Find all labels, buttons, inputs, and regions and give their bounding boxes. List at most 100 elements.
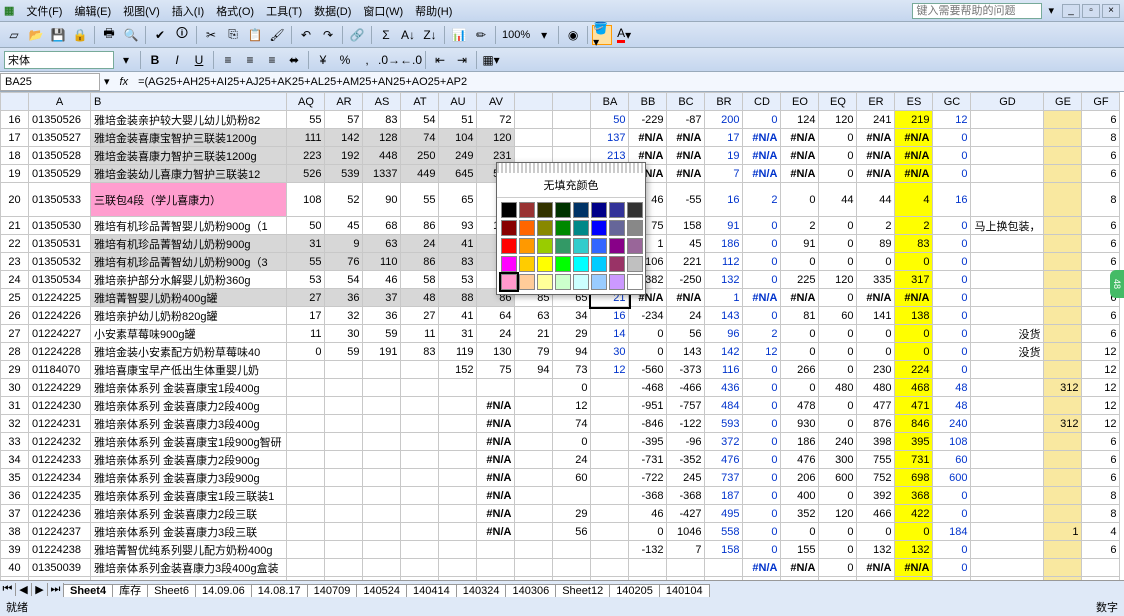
cell[interactable]: 31 xyxy=(439,325,477,343)
cell[interactable]: 雅培菁智婴儿奶粉400g罐 xyxy=(91,289,287,307)
cell[interactable]: 104 xyxy=(439,129,477,147)
cell[interactable] xyxy=(705,559,743,577)
cell[interactable]: 17 xyxy=(287,307,325,325)
cell[interactable]: 0 xyxy=(933,505,971,523)
cell[interactable]: 0 xyxy=(743,523,781,541)
cell[interactable]: 0 xyxy=(895,523,933,541)
cell[interactable]: #N/A xyxy=(857,289,895,307)
cell[interactable] xyxy=(325,559,363,577)
cell[interactable] xyxy=(325,541,363,559)
cell[interactable] xyxy=(971,433,1044,451)
cell[interactable]: 50 xyxy=(287,217,325,235)
cell[interactable] xyxy=(515,379,553,397)
side-tab[interactable]: 48 xyxy=(1110,270,1124,298)
color-swatch[interactable] xyxy=(627,202,643,218)
cell[interactable]: 137 xyxy=(591,129,629,147)
cell[interactable]: 0 xyxy=(781,523,819,541)
cell[interactable] xyxy=(325,487,363,505)
cell[interactable] xyxy=(1082,559,1120,577)
cell[interactable]: 2 xyxy=(743,183,781,217)
align-right-icon[interactable]: ≡ xyxy=(262,50,282,70)
cell[interactable]: 24 xyxy=(553,451,591,469)
cell[interactable]: -722 xyxy=(629,469,667,487)
cell[interactable] xyxy=(1044,289,1082,307)
cell[interactable]: 60 xyxy=(819,307,857,325)
cell[interactable]: 142 xyxy=(705,343,743,361)
cell[interactable]: 雅培有机珍品菁智幼儿奶粉900g（3 xyxy=(91,253,287,271)
cell[interactable] xyxy=(401,397,439,415)
cell[interactable]: 0 xyxy=(629,343,667,361)
cell[interactable]: 245 xyxy=(667,469,705,487)
sheet-tab[interactable]: 140709 xyxy=(307,584,358,597)
cell[interactable] xyxy=(591,523,629,541)
cell[interactable]: -427 xyxy=(667,505,705,523)
save-icon[interactable]: 💾 xyxy=(48,25,68,45)
cell[interactable]: 698 xyxy=(895,469,933,487)
cell[interactable] xyxy=(971,165,1044,183)
cell[interactable] xyxy=(401,415,439,433)
cell[interactable]: 317 xyxy=(895,271,933,289)
color-swatch[interactable] xyxy=(591,256,607,272)
cell[interactable] xyxy=(591,559,629,577)
cell[interactable]: 0 xyxy=(819,217,857,235)
restore-button[interactable]: ▫ xyxy=(1082,4,1100,18)
cell[interactable] xyxy=(401,451,439,469)
cell[interactable]: 雅培亲体系列 金装喜康宝1段400g xyxy=(91,379,287,397)
color-swatch[interactable] xyxy=(555,202,571,218)
dec-decimal-icon[interactable]: ←.0 xyxy=(401,50,421,70)
cell[interactable]: 0 xyxy=(933,129,971,147)
cell[interactable] xyxy=(629,559,667,577)
cell[interactable]: 8 xyxy=(1082,487,1120,505)
cell[interactable]: #N/A xyxy=(477,487,515,505)
cell[interactable]: 249 xyxy=(439,147,477,165)
cell[interactable] xyxy=(1044,505,1082,523)
cell[interactable]: -368 xyxy=(667,487,705,505)
cell[interactable]: #N/A xyxy=(895,147,933,165)
cell[interactable]: 1 xyxy=(1044,523,1082,541)
cell[interactable]: 34 xyxy=(553,307,591,325)
cell[interactable]: 471 xyxy=(895,397,933,415)
cell[interactable]: 27 xyxy=(401,307,439,325)
column-header[interactable]: AV xyxy=(477,93,515,111)
color-swatch[interactable] xyxy=(555,256,571,272)
cell[interactable] xyxy=(363,433,401,451)
research-icon[interactable]: 🛈 xyxy=(172,25,192,45)
color-swatch[interactable] xyxy=(573,202,589,218)
cell[interactable]: 56 xyxy=(553,523,591,541)
cell[interactable]: 01224226 xyxy=(29,307,91,325)
cell[interactable]: #N/A xyxy=(781,165,819,183)
inc-indent-icon[interactable]: ⇥ xyxy=(452,50,472,70)
cell[interactable]: 0 xyxy=(933,253,971,271)
cell[interactable]: 128 xyxy=(363,129,401,147)
menu-item[interactable]: 格式(O) xyxy=(210,4,260,20)
sheet-tab[interactable]: 14.09.06 xyxy=(195,584,252,597)
cell[interactable]: 0 xyxy=(895,325,933,343)
cell[interactable]: #N/A xyxy=(667,147,705,165)
cell[interactable] xyxy=(439,559,477,577)
cell[interactable] xyxy=(363,487,401,505)
cell[interactable]: 476 xyxy=(705,451,743,469)
menu-item[interactable]: 数据(D) xyxy=(308,4,357,20)
cell[interactable]: 64 xyxy=(477,307,515,325)
cell[interactable] xyxy=(325,505,363,523)
cell[interactable]: 0 xyxy=(553,379,591,397)
cell[interactable] xyxy=(971,415,1044,433)
cell[interactable]: 19 xyxy=(1,165,29,183)
cell[interactable] xyxy=(1044,147,1082,165)
autosum-icon[interactable]: Σ xyxy=(376,25,396,45)
cell[interactable]: 0 xyxy=(933,325,971,343)
cell[interactable]: 240 xyxy=(933,415,971,433)
cell[interactable]: 60 xyxy=(933,451,971,469)
cell[interactable] xyxy=(287,559,325,577)
cell[interactable]: 30 xyxy=(591,343,629,361)
cell[interactable]: 24 xyxy=(401,235,439,253)
cell[interactable]: 0 xyxy=(857,523,895,541)
cell[interactable]: 191 xyxy=(363,343,401,361)
cell[interactable] xyxy=(325,415,363,433)
cell[interactable]: 12 xyxy=(1082,397,1120,415)
cell[interactable]: 108 xyxy=(933,433,971,451)
cell[interactable]: 63 xyxy=(515,307,553,325)
cell[interactable]: -122 xyxy=(667,415,705,433)
color-swatch[interactable] xyxy=(537,220,553,236)
cell[interactable]: 74 xyxy=(401,129,439,147)
